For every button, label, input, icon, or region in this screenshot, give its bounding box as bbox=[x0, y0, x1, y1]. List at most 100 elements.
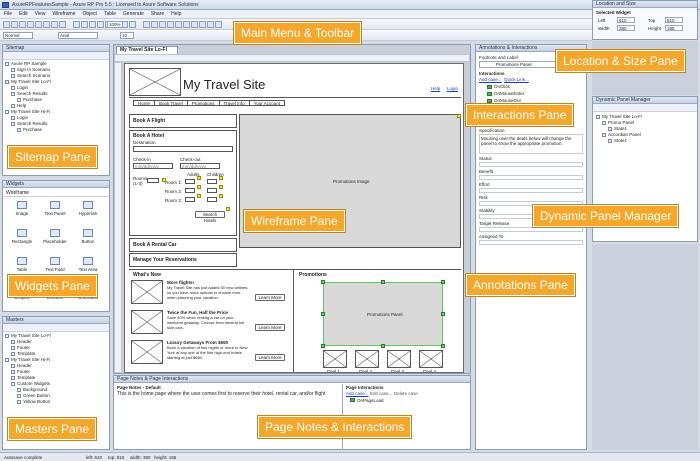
annotation-marker[interactable] bbox=[219, 194, 223, 198]
toolbar-icon[interactable] bbox=[167, 21, 174, 28]
menu-item-table[interactable]: Table bbox=[104, 11, 116, 17]
resize-handle[interactable] bbox=[441, 344, 445, 348]
nav-tab[interactable]: Travel Info bbox=[218, 100, 250, 106]
toolbar-icon[interactable] bbox=[183, 21, 190, 28]
add-case-link[interactable]: Add case... bbox=[479, 77, 502, 82]
toolbar-icon[interactable] bbox=[51, 21, 58, 28]
toolbar-icon[interactable] bbox=[43, 21, 50, 28]
menu-item-edit[interactable]: Edit bbox=[19, 11, 28, 17]
page-add-case[interactable]: Add case... bbox=[346, 391, 369, 396]
widget-hyperlink[interactable]: Hyperlink bbox=[73, 201, 103, 216]
annotation-marker[interactable] bbox=[197, 176, 201, 180]
room2-children[interactable] bbox=[207, 188, 217, 193]
toolbar-icon[interactable] bbox=[73, 21, 80, 28]
masters-tree-item[interactable]: Yellow Button bbox=[5, 399, 107, 405]
help-link[interactable]: Help bbox=[431, 86, 440, 91]
deal-image[interactable] bbox=[387, 350, 411, 368]
deal-image[interactable] bbox=[419, 350, 443, 368]
search-hotels-button[interactable]: Search Hotels bbox=[195, 211, 225, 223]
annotation-marker[interactable] bbox=[457, 114, 461, 118]
menu-item-view[interactable]: View bbox=[35, 11, 46, 17]
annotation-marker[interactable] bbox=[226, 207, 230, 211]
width-input[interactable]: 380 bbox=[617, 25, 635, 31]
nav-tab[interactable]: Promotions bbox=[186, 100, 220, 106]
event-item[interactable]: OnMouseEnter bbox=[494, 91, 524, 96]
room2-adults[interactable] bbox=[185, 188, 195, 193]
toolbar-icon[interactable] bbox=[11, 21, 18, 28]
annotation-marker[interactable] bbox=[219, 185, 223, 189]
page-notes-label[interactable]: Page Notes - Default bbox=[117, 385, 161, 390]
nav-tab[interactable]: Your Account bbox=[248, 100, 285, 106]
annotation-marker[interactable] bbox=[197, 185, 201, 189]
annotation-field-input[interactable] bbox=[479, 240, 583, 245]
annotation-field-input[interactable] bbox=[479, 227, 583, 232]
left-input[interactable]: 610 bbox=[617, 17, 635, 23]
toolbar-icon[interactable] bbox=[3, 21, 10, 28]
learn-more-button[interactable]: Learn More bbox=[255, 354, 285, 361]
event-item[interactable]: OnClick bbox=[494, 84, 510, 89]
toolbar-icon[interactable] bbox=[175, 21, 182, 28]
resize-handle[interactable] bbox=[381, 344, 385, 348]
widget-placeholder[interactable]: Placeholder bbox=[40, 229, 70, 244]
font-select[interactable]: Arial bbox=[58, 32, 98, 39]
toolbar-icon[interactable] bbox=[199, 21, 206, 28]
annotation-marker[interactable] bbox=[197, 194, 201, 198]
annotation-field-input[interactable] bbox=[479, 175, 583, 180]
page-delete-case[interactable]: Delete case bbox=[394, 391, 418, 396]
nav-tab[interactable]: Book Travel bbox=[154, 100, 188, 106]
toolbar-icon[interactable] bbox=[19, 21, 26, 28]
zoom-select[interactable]: 100% bbox=[107, 21, 123, 28]
widget-library-select[interactable]: Wireframe bbox=[3, 188, 109, 197]
room1-adults[interactable] bbox=[185, 179, 195, 184]
nav-tab[interactable]: Home bbox=[133, 100, 156, 106]
room1-children[interactable] bbox=[207, 179, 217, 184]
learn-more-button[interactable]: Learn More bbox=[255, 294, 285, 301]
annotation-field-input[interactable] bbox=[479, 162, 583, 167]
annotation-marker[interactable] bbox=[219, 176, 223, 180]
resize-handle[interactable] bbox=[381, 280, 385, 284]
toolbar-icon[interactable] bbox=[143, 21, 150, 28]
toolbar-icon[interactable] bbox=[159, 21, 166, 28]
toolbar-icon[interactable] bbox=[27, 21, 34, 28]
toolbar-icon[interactable] bbox=[191, 21, 198, 28]
widget-rectangle[interactable]: Rectangle bbox=[7, 229, 37, 244]
rooms-select[interactable] bbox=[147, 178, 159, 183]
widget-text-area[interactable]: Text Area bbox=[73, 257, 103, 272]
resize-handle[interactable] bbox=[441, 280, 445, 284]
page-event[interactable]: OnPageLoad bbox=[357, 398, 384, 403]
annotation-field-input[interactable] bbox=[479, 188, 583, 193]
login-link[interactable]: Login bbox=[447, 86, 458, 91]
menu-item-share[interactable]: Share bbox=[151, 11, 164, 17]
resize-handle[interactable] bbox=[321, 280, 325, 284]
event-item[interactable]: OnMouseOut bbox=[494, 98, 521, 103]
widget-text-field[interactable]: Text Field bbox=[40, 257, 70, 272]
height-input[interactable]: 195 bbox=[665, 25, 683, 31]
resize-handle[interactable] bbox=[441, 312, 445, 316]
toolbar-icon[interactable] bbox=[129, 21, 136, 28]
menu-item-file[interactable]: File bbox=[4, 11, 12, 17]
learn-more-button[interactable]: Learn More bbox=[255, 324, 285, 331]
toolbar-icon[interactable] bbox=[89, 21, 96, 28]
menu-item-wireframe[interactable]: Wireframe bbox=[52, 11, 75, 17]
font-size-select[interactable]: 10 bbox=[120, 32, 134, 39]
widget-table[interactable]: Table bbox=[7, 257, 37, 272]
menu-item-object[interactable]: Object bbox=[83, 11, 97, 17]
widget-text-panel[interactable]: Text Panel bbox=[40, 201, 70, 216]
top-input[interactable]: 810 bbox=[665, 17, 683, 23]
widget-image[interactable]: Image bbox=[7, 201, 37, 216]
deal-image[interactable] bbox=[323, 350, 347, 368]
resize-handle[interactable] bbox=[321, 344, 325, 348]
toolbar-icon[interactable] bbox=[81, 21, 88, 28]
widget-button[interactable]: Button bbox=[73, 229, 103, 244]
annotation-marker[interactable] bbox=[162, 178, 166, 182]
quick-link[interactable]: Quick Link... bbox=[504, 77, 529, 82]
deal-image[interactable] bbox=[355, 350, 379, 368]
resize-handle[interactable] bbox=[321, 312, 325, 316]
room3-children[interactable] bbox=[207, 197, 217, 202]
toolbar-icon[interactable] bbox=[151, 21, 158, 28]
menu-item-generate[interactable]: Generate bbox=[123, 11, 144, 17]
spec-text[interactable]: Mousing over the deals below will change… bbox=[479, 134, 583, 154]
toolbar-icon[interactable] bbox=[215, 21, 222, 28]
toolbar-icon[interactable] bbox=[35, 21, 42, 28]
toolbar-icon[interactable] bbox=[97, 21, 104, 28]
